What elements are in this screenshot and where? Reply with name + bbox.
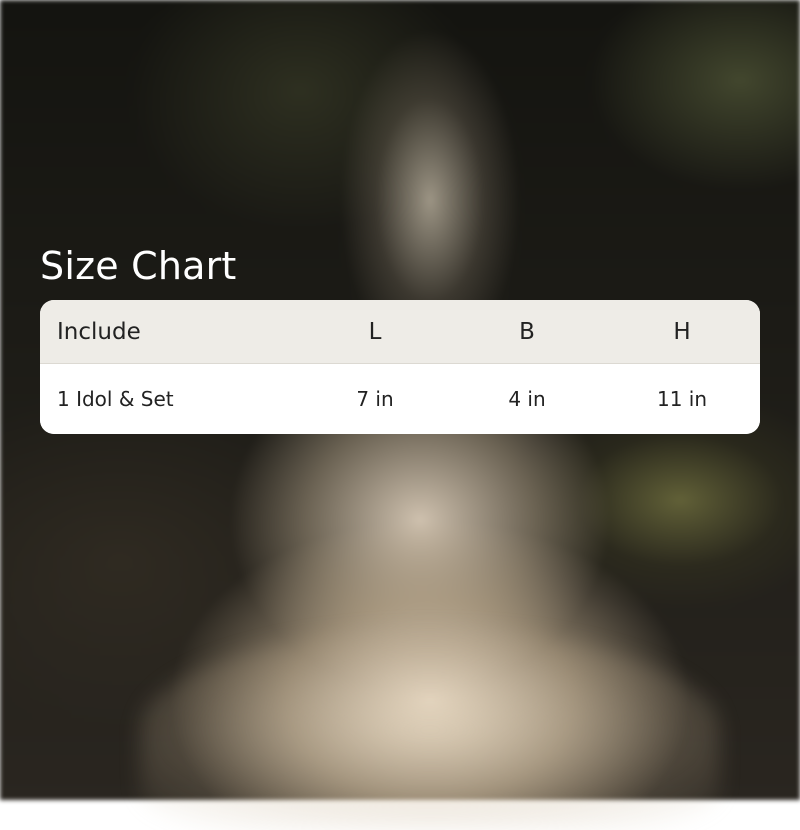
table-header-row: Include L B H xyxy=(40,300,760,364)
header-breadth: B xyxy=(519,318,535,345)
header-length: L xyxy=(368,318,382,345)
cell-length: 7 in xyxy=(356,387,394,411)
cell-height: 11 in xyxy=(656,387,708,411)
size-chart-table: Include L B H 1 Idol & Set 7 in 4 in 11 … xyxy=(40,300,760,434)
table-row: 1 Idol & Set 7 in 4 in 11 in xyxy=(40,364,760,434)
cell-include: 1 Idol & Set xyxy=(57,387,174,411)
header-include: Include xyxy=(57,318,141,345)
size-chart-title: Size Chart xyxy=(40,244,237,288)
header-height: H xyxy=(673,318,691,345)
cell-breadth: 4 in xyxy=(508,387,546,411)
statue-base-blur xyxy=(140,630,720,830)
